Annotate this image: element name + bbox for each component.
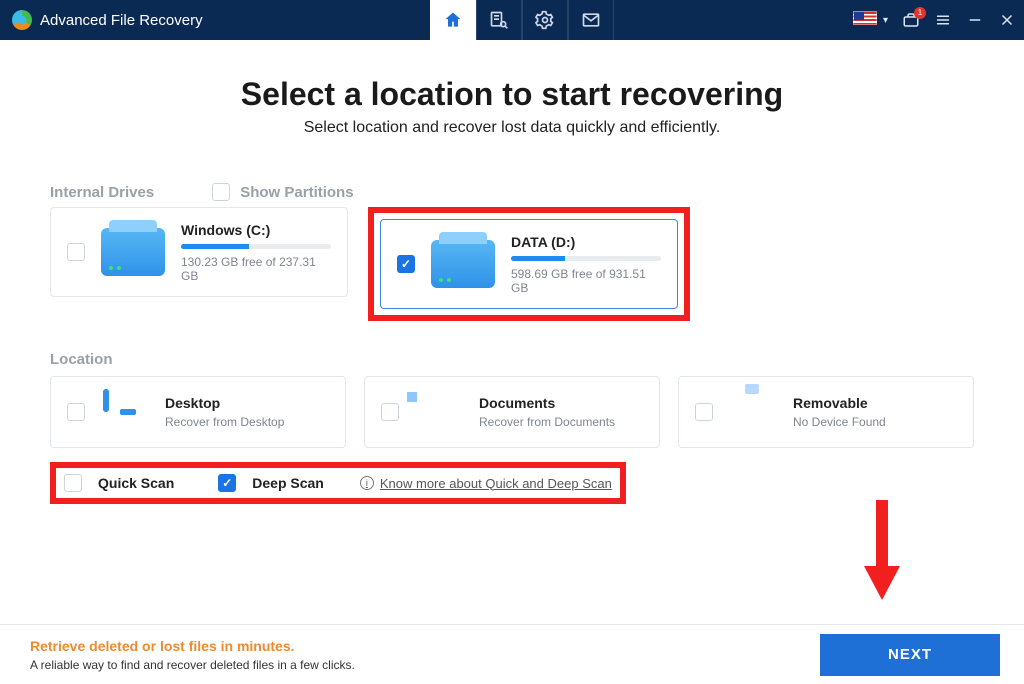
drive-d-free: 598.69 GB free of 931.51 GB [511, 267, 661, 295]
location-documents-checkbox[interactable] [381, 403, 399, 421]
app-title: Advanced File Recovery [40, 12, 203, 29]
location-removable-checkbox[interactable] [695, 403, 713, 421]
language-selector[interactable]: ▾ [853, 11, 888, 30]
tab-mail[interactable] [568, 0, 614, 40]
mail-icon [581, 10, 601, 30]
minimize-icon [966, 11, 984, 29]
location-card-removable[interactable]: Removable No Device Found [678, 376, 974, 448]
location-removable-desc: No Device Found [793, 415, 886, 429]
footer-desc: A reliable way to find and recover delet… [30, 658, 355, 672]
menu-button[interactable] [934, 11, 952, 29]
location-label: Location [50, 351, 974, 368]
drive-d-checkbox[interactable] [397, 255, 415, 273]
flag-us-icon [853, 11, 877, 25]
page-title: Select a location to start recovering [50, 76, 974, 113]
quick-scan-label: Quick Scan [98, 475, 174, 491]
internal-drives-label: Internal Drives [50, 184, 154, 201]
info-icon: i [360, 476, 374, 490]
deep-scan-label: Deep Scan [252, 475, 324, 491]
drive-c-usage-bar [181, 244, 249, 249]
quick-scan-checkbox[interactable] [64, 474, 82, 492]
hard-drive-icon [101, 228, 165, 276]
deep-scan-checkbox[interactable] [218, 474, 236, 492]
toolbox-button[interactable]: 1 [902, 11, 920, 29]
tab-settings[interactable] [522, 0, 568, 40]
show-partitions-checkbox[interactable] [212, 183, 230, 201]
toolbox-badge: 1 [914, 7, 926, 19]
next-button[interactable]: NEXT [820, 634, 1000, 676]
close-icon [998, 11, 1016, 29]
drive-c-name: Windows (C:) [181, 222, 331, 238]
app-logo-icon [12, 10, 32, 30]
location-documents-desc: Recover from Documents [479, 415, 615, 429]
annotation-highlight-scan: Quick Scan Deep Scan i Know more about Q… [50, 462, 626, 504]
location-card-desktop[interactable]: Desktop Recover from Desktop [50, 376, 346, 448]
annotation-highlight-drive: DATA (D:) 598.69 GB free of 931.51 GB [368, 207, 690, 321]
scan-info-link-text: Know more about Quick and Deep Scan [380, 476, 612, 491]
drive-card-c[interactable]: Windows (C:) 130.23 GB free of 237.31 GB [50, 207, 348, 297]
tab-home[interactable] [430, 0, 476, 40]
page-subtitle: Select location and recover lost data qu… [50, 119, 974, 137]
desktop-icon [103, 389, 109, 412]
location-card-documents[interactable]: Documents Recover from Documents [364, 376, 660, 448]
tab-scan-results[interactable] [476, 0, 522, 40]
drive-card-d[interactable]: DATA (D:) 598.69 GB free of 931.51 GB [380, 219, 678, 309]
close-button[interactable] [998, 11, 1016, 29]
drive-c-checkbox[interactable] [67, 243, 85, 261]
footer: Retrieve deleted or lost files in minute… [0, 624, 1024, 684]
drive-d-usage-bar [511, 256, 565, 261]
top-tabs [430, 0, 614, 40]
list-search-icon [489, 10, 509, 30]
annotation-arrow-icon [862, 500, 902, 600]
hard-drive-icon [431, 240, 495, 288]
drive-c-free: 130.23 GB free of 237.31 GB [181, 255, 331, 283]
gear-icon [535, 10, 555, 30]
minimize-button[interactable] [966, 11, 984, 29]
chevron-down-icon: ▾ [883, 15, 888, 26]
hamburger-icon [934, 11, 952, 29]
location-desktop-desc: Recover from Desktop [165, 415, 284, 429]
titlebar: Advanced File Recovery ▾ 1 [0, 0, 1024, 40]
location-documents-name: Documents [479, 395, 615, 411]
footer-headline: Retrieve deleted or lost files in minute… [30, 638, 355, 654]
drive-d-name: DATA (D:) [511, 234, 661, 250]
scan-info-link[interactable]: i Know more about Quick and Deep Scan [360, 476, 612, 491]
location-desktop-name: Desktop [165, 395, 284, 411]
location-removable-name: Removable [793, 395, 886, 411]
home-icon [443, 10, 463, 30]
location-desktop-checkbox[interactable] [67, 403, 85, 421]
show-partitions-label: Show Partitions [240, 184, 353, 201]
